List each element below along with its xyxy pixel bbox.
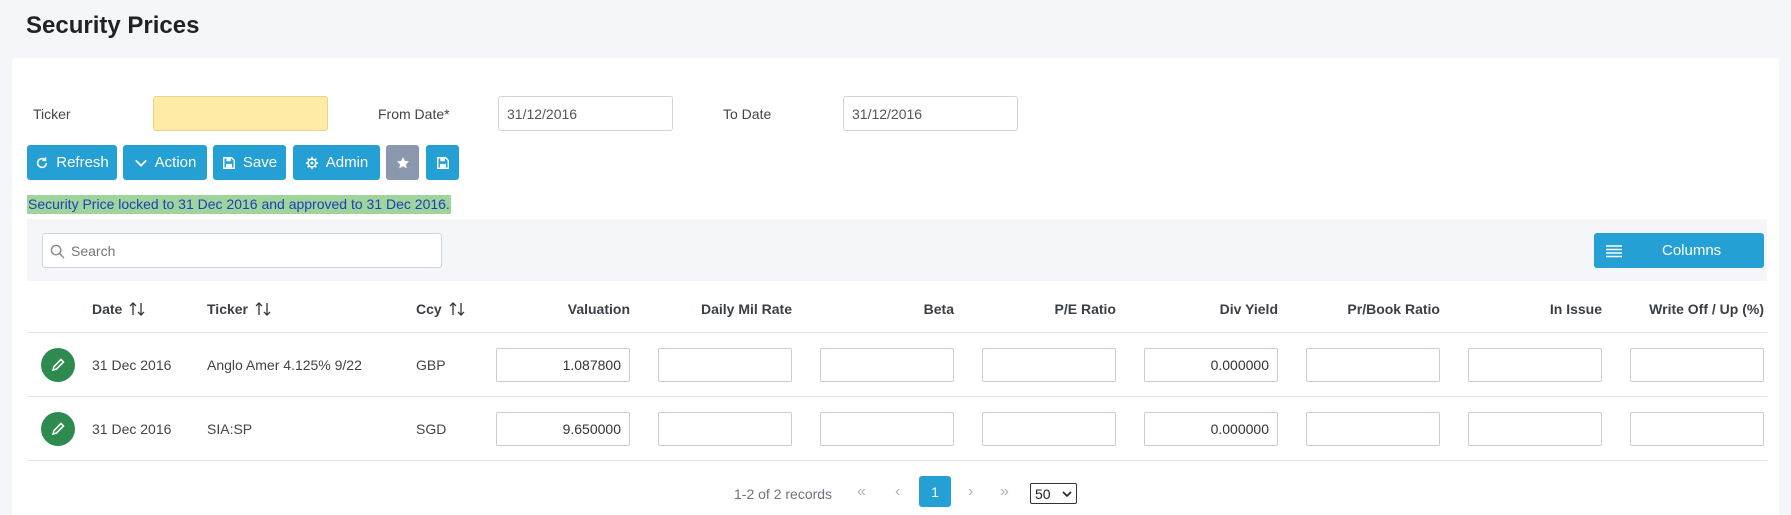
- pencil-icon: [51, 422, 65, 436]
- header-ticker[interactable]: Ticker: [207, 301, 272, 317]
- sort-icon: [255, 302, 271, 316]
- daily-mil-rate-input[interactable]: [658, 348, 792, 382]
- refresh-label: Refresh: [56, 154, 109, 171]
- header-div-yield[interactable]: Div Yield: [1128, 301, 1278, 317]
- first-page-button[interactable]: «: [857, 483, 866, 501]
- header-beta[interactable]: Beta: [804, 301, 954, 317]
- columns-label: Columns: [1662, 242, 1722, 259]
- edit-row-button[interactable]: [41, 412, 75, 446]
- ticker-input[interactable]: [153, 96, 328, 131]
- write-off-input[interactable]: [1630, 348, 1764, 382]
- edit-row-button[interactable]: [41, 348, 75, 382]
- header-pe-ratio[interactable]: P/E Ratio: [966, 301, 1116, 317]
- floppy-icon: [436, 156, 449, 169]
- admin-label: Admin: [325, 154, 369, 171]
- write-off-input[interactable]: [1630, 412, 1764, 446]
- row-ccy: SGD: [416, 421, 447, 437]
- header-date[interactable]: Date: [92, 301, 146, 317]
- header-valuation[interactable]: Valuation: [480, 301, 630, 317]
- last-page-button[interactable]: »: [1000, 483, 1009, 501]
- to-date-label: To Date: [723, 106, 772, 122]
- divider: [27, 332, 1767, 333]
- beta-input[interactable]: [820, 348, 954, 382]
- search-box[interactable]: [42, 233, 442, 268]
- pr-book-ratio-input[interactable]: [1306, 348, 1440, 382]
- header-write-off[interactable]: Write Off / Up (%): [1614, 301, 1764, 317]
- header-daily-mil-rate[interactable]: Daily Mil Rate: [642, 301, 792, 317]
- list-icon: [1606, 244, 1622, 257]
- next-page-button[interactable]: ›: [968, 483, 973, 501]
- save-layout-button[interactable]: [426, 145, 459, 180]
- ticker-label: Ticker: [33, 106, 71, 122]
- pe-ratio-input[interactable]: [982, 348, 1116, 382]
- search-icon: [50, 244, 65, 259]
- header-ccy[interactable]: Ccy: [416, 301, 466, 317]
- row-date: 31 Dec 2016: [92, 421, 172, 437]
- lock-status-notice: Security Price locked to 31 Dec 2016 and…: [27, 195, 451, 214]
- action-label: Action: [154, 154, 197, 171]
- row-ticker: Anglo Amer 4.125% 9/22: [207, 357, 362, 373]
- sort-icon: [129, 302, 145, 316]
- sort-icon: [449, 302, 465, 316]
- chevron-down-icon: [1062, 491, 1072, 498]
- pe-ratio-input[interactable]: [982, 412, 1116, 446]
- chevron-down-icon: [134, 159, 147, 167]
- in-issue-input[interactable]: [1468, 412, 1602, 446]
- favorite-button[interactable]: [386, 145, 419, 180]
- beta-input[interactable]: [820, 412, 954, 446]
- in-issue-input[interactable]: [1468, 348, 1602, 382]
- refresh-icon: [37, 156, 48, 168]
- header-ccy-label: Ccy: [416, 301, 442, 317]
- search-input[interactable]: [71, 234, 431, 267]
- header-ticker-label: Ticker: [207, 301, 248, 317]
- header-date-label: Date: [92, 301, 123, 317]
- floppy-icon: [222, 156, 235, 169]
- row-ticker: SIA:SP: [207, 421, 253, 437]
- pager-summary: 1-2 of 2 records: [734, 486, 833, 502]
- save-button[interactable]: Save: [213, 145, 286, 180]
- header-pr-book-ratio[interactable]: Pr/Book Ratio: [1290, 301, 1440, 317]
- from-date-label: From Date*: [378, 106, 450, 122]
- from-date-input[interactable]: [498, 96, 673, 131]
- star-icon: [396, 156, 409, 168]
- page-title: Security Prices: [26, 12, 200, 39]
- pr-book-ratio-input[interactable]: [1306, 412, 1440, 446]
- valuation-input[interactable]: [496, 412, 630, 446]
- save-label: Save: [242, 154, 278, 171]
- pencil-icon: [51, 358, 65, 372]
- valuation-input[interactable]: [496, 348, 630, 382]
- to-date-input[interactable]: [843, 96, 1018, 131]
- page-1-button[interactable]: 1: [919, 476, 951, 507]
- daily-mil-rate-input[interactable]: [658, 412, 792, 446]
- divider: [27, 396, 1767, 397]
- header-in-issue[interactable]: In Issue: [1452, 301, 1602, 317]
- div-yield-input[interactable]: [1144, 348, 1278, 382]
- page-size-select[interactable]: 50: [1030, 483, 1077, 504]
- row-date: 31 Dec 2016: [92, 357, 172, 373]
- action-button[interactable]: Action: [123, 145, 207, 180]
- prev-page-button[interactable]: ‹: [895, 483, 900, 501]
- divider: [27, 460, 1767, 461]
- columns-button[interactable]: Columns: [1594, 233, 1764, 268]
- admin-button[interactable]: Admin: [293, 145, 380, 180]
- gear-icon: [305, 156, 318, 169]
- refresh-button[interactable]: Refresh: [27, 145, 117, 180]
- page-size-value: 50: [1035, 485, 1051, 502]
- row-ccy: GBP: [416, 357, 446, 373]
- div-yield-input[interactable]: [1144, 412, 1278, 446]
